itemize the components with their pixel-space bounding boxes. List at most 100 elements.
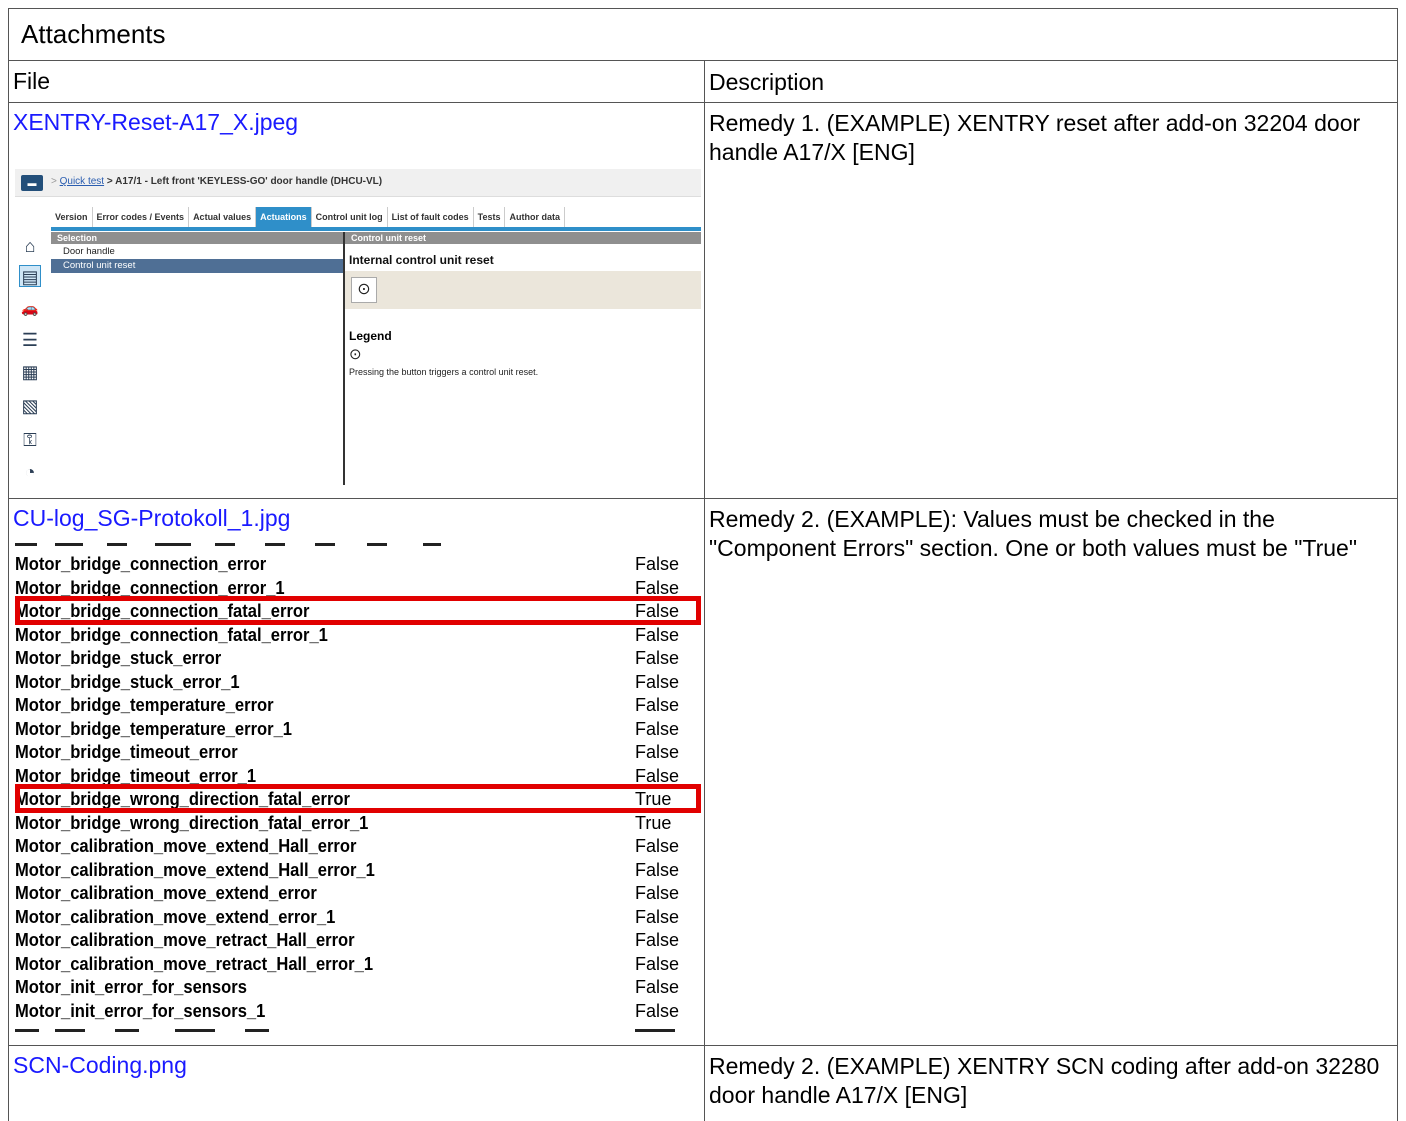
cu-log-row: Motor_bridge_stuck_error False [15,647,703,670]
cu-log-parameter-value: False [635,671,680,692]
cu-log-row: Motor_init_error_for_sensors False [15,976,703,999]
breadcrumb-current: > A17/1 - Left front 'KEYLESS-GO' door h… [106,176,383,187]
cu-log-parameter-name: Motor_bridge_wrong_direction_fatal_error… [15,812,369,833]
cu-log-parameter-name: Motor_bridge_stuck_error [15,648,222,668]
file-cell: XENTRY-Reset-A17_X.jpeg ▬ > Quick test >… [9,103,705,498]
cu-log-parameter-value: False [635,554,680,574]
breadcrumb: > Quick test > A17/1 - Left front 'KEYLE… [51,176,382,187]
tab-actuations[interactable]: Actuations [256,207,312,227]
cu-log-parameter-name: Motor_bridge_temperature_error_1 [15,718,293,739]
cu-log-parameter-value: False [635,648,680,668]
cu-log-parameter-name: Motor_init_error_for_sensors_1 [15,1000,266,1021]
cu-log-parameter-value: False [635,695,680,715]
cu-log-parameter-value: False [635,624,680,645]
button-zone [345,271,701,309]
attachments-table: Attachments File Description XENTRY-Rese… [8,8,1398,1121]
cropped-row-top [15,543,703,549]
cu-log-parameter-name: Motor_init_error_for_sensors [15,977,247,997]
cu-log-parameter-value: False [635,906,680,927]
home-icon[interactable]: ⌂ [19,235,41,257]
vehicle-info-icon[interactable]: ▤ [19,265,41,287]
cu-log-parameter-name: Motor_bridge_connection_error [15,554,267,574]
tab-author-data[interactable]: Author data [505,207,565,227]
description-column-header: Description [709,69,825,95]
xentry-topbar: ▬ > Quick test > A17/1 - Left front 'KEY… [15,169,701,197]
attachment-row: CU-log_SG-Protokoll_1.jpg Motor_bridge_c… [9,499,1397,1046]
cu-log-parameter-name: Motor_calibration_move_retract_Hall_erro… [15,930,355,950]
cu-log-row: Motor_bridge_temperature_error False [15,694,703,717]
description-cell: Remedy 1. (EXAMPLE) XENTRY reset after a… [709,110,1361,165]
cu-log-parameter-name: Motor_bridge_temperature_error [15,695,274,715]
cu-log-parameter-value: False [635,836,680,856]
cu-log-row: Motor_bridge_connection_fatal_error_1 Fal… [15,624,703,647]
cropped-row-bottom [15,1029,703,1033]
xentry-tabs: Version Error codes / Events Actual valu… [51,207,565,227]
cu-log-parameter-name: Motor_bridge_timeout_error [15,742,238,762]
breadcrumb-separator: > [51,176,57,187]
file-cell: CU-log_SG-Protokoll_1.jpg Motor_bridge_c… [9,499,705,1045]
tab-fault-codes[interactable]: List of fault codes [387,207,474,227]
cu-log-row: Motor_bridge_connection_error False [15,553,703,576]
cu-log-row: Motor_bridge_wrong_direction_fatal_error… [15,812,703,835]
cu-log-parameter-name: Motor_bridge_stuck_error_1 [15,671,240,692]
vehicle-logo-icon: ▬ [21,175,43,191]
xentry-reset-screenshot: ▬ > Quick test > A17/1 - Left front 'KEY… [15,169,701,485]
cu-log-parameter-value: False [635,930,680,950]
secure-icon[interactable]: ⚿ [19,429,41,451]
cu-log-parameter-value: False [635,953,680,974]
tab-error-codes[interactable]: Error codes / Events [92,207,190,227]
tab-actual-values[interactable]: Actual values [189,207,257,227]
cu-log-row: Motor_calibration_move_retract_Hall_erro… [15,953,703,976]
panel-header: Control unit reset [345,232,701,244]
attachment-link[interactable]: CU-log_SG-Protokoll_1.jpg [13,505,290,532]
document-icon[interactable]: ▧ [19,395,41,417]
cu-log-parameter-value: False [635,883,680,903]
cu-log-parameter-name: Motor_calibration_move_extend_error [15,883,317,903]
breadcrumb-quick-test-link[interactable]: Quick test [60,176,104,187]
attachments-title: Attachments [9,9,1397,61]
attachment-link[interactable]: SCN-Coding.png [13,1052,187,1079]
attachment-row: XENTRY-Reset-A17_X.jpeg ▬ > Quick test >… [9,103,1397,499]
cu-log-row: Motor_init_error_for_sensors_1 False [15,1000,703,1023]
tab-underline [51,227,701,231]
cu-log-parameter-name: Motor_calibration_move_extend_Hall_error [15,836,357,856]
cu-log-parameter-value: True [635,812,672,833]
reset-button[interactable]: ⊙ [351,277,377,303]
panel-divider[interactable] [343,232,345,485]
cu-log-parameter-name: Motor_calibration_move_extend_Hall_error… [15,859,375,880]
cu-log-parameter-name: Motor_calibration_move_retract_Hall_erro… [15,953,374,974]
cu-log-row: Motor_calibration_move_extend_error False [15,882,703,905]
cu-log-parameter-value: False [635,718,680,739]
cu-log-row: Motor_calibration_move_extend_error_1 Fal… [15,906,703,929]
xentry-sidebar: ⌂ ▤ 🚗 ☰ ▦ ▧ ⚿ ◔ [15,231,47,485]
selection-item-door-handle[interactable]: Door handle [51,245,343,259]
legend-text: Pressing the button triggers a control u… [349,367,539,377]
grid-icon[interactable]: ▦ [19,361,41,383]
selection-item-control-unit-reset[interactable]: Control unit reset [51,259,343,273]
tab-control-unit-log[interactable]: Control unit log [311,207,388,227]
cu-log-parameter-name: Motor_calibration_move_extend_error_1 [15,906,336,927]
cu-log-row: Motor_bridge_temperature_error_1 False [15,718,703,741]
reset-legend-icon: ⊙ [349,346,362,363]
cu-log-parameter-value: False [635,1000,680,1021]
selection-header: Selection [51,232,343,244]
cu-log-parameter-value: False [635,977,680,997]
file-column-header: File [9,61,705,102]
file-cell: SCN-Coding.png [9,1046,705,1121]
cu-log-parameter-value: False [635,859,680,880]
cu-log-row: Motor_calibration_move_extend_Hall_error… [15,859,703,882]
cu-log-screenshot: Motor_bridge_connection_error False Motor_… [15,543,703,1037]
panel-title: Internal control unit reset [349,253,494,267]
cu-log-row: Motor_bridge_timeout_error False [15,741,703,764]
speedometer-icon[interactable]: ◔ [19,461,41,483]
cu-log-row: Motor_calibration_move_extend_Hall_error… [15,835,703,858]
legend-title: Legend [349,329,392,343]
list-icon[interactable]: ☰ [19,329,41,351]
car-alert-icon[interactable]: 🚗 [19,297,41,319]
cu-log-parameter-name: Motor_bridge_connection_fatal_error_1 [15,624,328,645]
attachment-link[interactable]: XENTRY-Reset-A17_X.jpeg [13,109,298,136]
header-row: File Description [9,61,1397,103]
tab-version[interactable]: Version [51,207,93,227]
tab-tests[interactable]: Tests [473,207,506,227]
description-cell: Remedy 2. (EXAMPLE): Values must be chec… [709,506,1357,561]
